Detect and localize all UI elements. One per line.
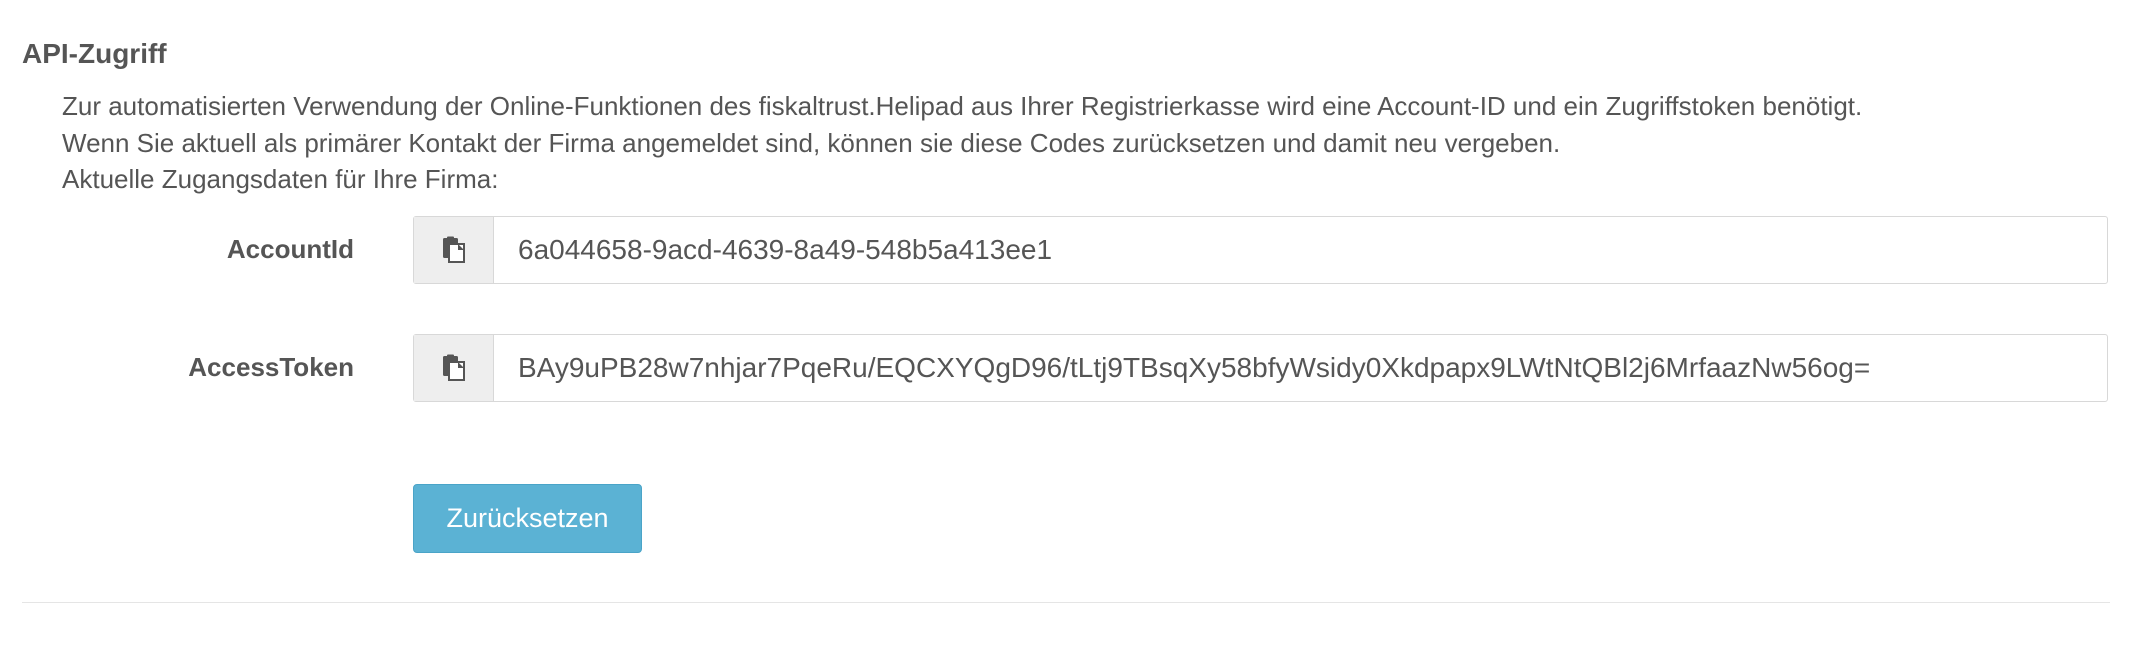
account-id-label: AccountId: [226, 234, 354, 264]
clipboard-copy-icon: [442, 236, 465, 263]
account-id-field[interactable]: [494, 217, 2107, 283]
reset-credentials-button[interactable]: Zurücksetzen: [413, 484, 642, 553]
account-id-row: AccountId: [0, 216, 2138, 286]
copy-access-token-button[interactable]: [414, 335, 494, 401]
description-line: Aktuelle Zugangsdaten für Ihre Firma:: [62, 164, 499, 194]
access-token-row: AccessToken: [0, 334, 2138, 404]
api-access-description: Zur automatisierten Verwendung der Onlin…: [62, 88, 1862, 198]
description-line: Zur automatisierten Verwendung der Onlin…: [62, 91, 1863, 121]
copy-account-id-button[interactable]: [414, 217, 494, 283]
access-token-field[interactable]: [494, 335, 2107, 401]
access-token-input-group: [413, 334, 2108, 402]
description-line: Wenn Sie aktuell als primärer Kontakt de…: [62, 127, 1561, 158]
access-token-label: AccessToken: [188, 352, 354, 382]
account-id-input-group: [413, 216, 2108, 284]
section-title: API-Zugriff: [22, 38, 167, 69]
section-divider: [22, 602, 2110, 603]
clipboard-copy-icon: [442, 354, 465, 381]
